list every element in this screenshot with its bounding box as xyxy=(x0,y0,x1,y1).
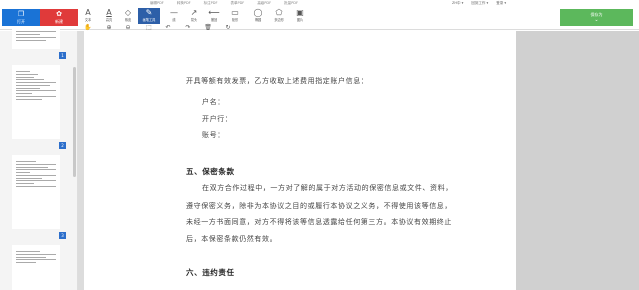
select-icon: ⬚ xyxy=(146,24,152,31)
page-thumbnail[interactable] xyxy=(12,245,60,290)
menu-item[interactable]: 表单PDF xyxy=(230,1,244,6)
doc-paragraph-line: 未经一方书面同意，对方不得将该等信息透露给任何第三方。本协议有效期终止 xyxy=(186,218,452,226)
open-button[interactable]: ❐ 打开 xyxy=(2,9,40,26)
arrow-tool[interactable]: ↗ 箭头 xyxy=(183,8,205,24)
rectangle-tool[interactable]: ▭ 矩形 xyxy=(224,8,246,24)
section-5-title: 五、保密条款 xyxy=(186,167,235,176)
polygon-tool[interactable]: ⬠ 多边形 xyxy=(268,8,290,24)
trash-icon: 🗑 xyxy=(204,24,212,31)
rectangle-icon: ▭ xyxy=(231,8,239,17)
circle-icon: ◯ xyxy=(253,8,263,17)
document-icon: ❐ xyxy=(17,9,25,18)
new-label: 新建 xyxy=(55,18,63,24)
line-icon: — xyxy=(170,8,178,17)
text-tool[interactable]: A 文本 xyxy=(77,8,99,24)
page-thumbnail[interactable] xyxy=(12,29,60,49)
menu-item[interactable]: 高级PDF xyxy=(257,1,271,6)
zoom-in-icon: ⊕ xyxy=(106,24,112,31)
page-number-badge: 3 xyxy=(59,232,66,239)
new-button[interactable]: ✿ 新建 xyxy=(40,9,78,26)
doc-paragraph-line: 在双方合作过程中，一方对了解的属于对方活动的保密信息或文件、资料， xyxy=(202,184,453,192)
page-number-badge: 2 xyxy=(59,142,66,149)
highlight-icon: A xyxy=(106,8,112,17)
chevron-down-icon: ⌄ xyxy=(594,17,599,23)
thumbnail-scrollbar[interactable] xyxy=(73,67,76,177)
menu-item[interactable]: 标注PDF xyxy=(204,1,218,6)
refresh-icon: ↻ xyxy=(225,24,231,31)
eraser-tool[interactable]: ◇ 橡皮 xyxy=(117,8,139,24)
doc-paragraph-line: 遵守保密义务，除非为本协议之目的或履行本协议之义务，不得使用该等信息， xyxy=(186,202,452,210)
menu-item[interactable]: 批量PDF xyxy=(284,1,298,6)
top-toolbar: 编辑PDF 转换PDF 标注PDF 表单PDF 高级PDF 批量PDF ZH中 … xyxy=(0,0,639,31)
image-icon: ▣ xyxy=(296,8,304,17)
open-label: 打开 xyxy=(17,18,25,24)
undo-icon: ↶ xyxy=(165,24,171,31)
back-tool[interactable]: ⟵ 撤回 xyxy=(203,8,225,24)
menu-item[interactable]: 转换PDF xyxy=(177,1,191,6)
page-number-badge: 1 xyxy=(59,52,66,59)
gear-icon: ✿ xyxy=(56,9,62,18)
right-panel xyxy=(516,31,639,290)
doc-paragraph-line: 后，本保密条款仍然有效。 xyxy=(186,235,278,243)
thumbnail-panel: 1 2 3 xyxy=(0,29,78,290)
eraser-icon: ◇ xyxy=(124,8,132,17)
page-thumbnail[interactable] xyxy=(12,65,60,139)
redo-icon: ↷ xyxy=(185,24,191,31)
arrow-left-icon: ⟵ xyxy=(208,8,220,17)
page-thumbnail[interactable] xyxy=(12,155,60,229)
zoom-out-icon: ⊖ xyxy=(125,24,131,31)
pen-tool[interactable]: ✎ 画笔工具 xyxy=(138,8,160,24)
menu-item[interactable]: 编辑PDF xyxy=(150,1,164,6)
account-name-field: 户名： xyxy=(202,98,225,106)
doc-line: 开具等额有效发票，乙方收取上述费用指定账户信息： xyxy=(186,77,369,85)
language-select[interactable]: ZH中 ▾ xyxy=(452,1,463,6)
image-tool[interactable]: ▣ 图片 xyxy=(289,8,311,24)
bank-field: 开户行： xyxy=(202,115,233,123)
user-area: ZH中 ▾ 回到工作 ▾ 登录 ▾ xyxy=(452,1,506,6)
line-tool[interactable]: — 线 xyxy=(163,8,185,24)
arrow-icon: ↗ xyxy=(190,8,198,17)
workspace-select[interactable]: 回到工作 ▾ xyxy=(471,1,488,6)
section-6-title: 六、违约责任 xyxy=(186,268,235,277)
account-number-field: 账号： xyxy=(202,131,225,139)
polygon-icon: ⬠ xyxy=(275,8,283,17)
save-as-button[interactable]: 保存为 ⌄ xyxy=(560,9,633,26)
pen-icon: ✎ xyxy=(145,8,153,17)
login-link[interactable]: 登录 ▾ xyxy=(496,1,506,6)
document-page: 开具等额有效发票，乙方收取上述费用指定账户信息： 户名： 开户行： 账号： 五、… xyxy=(84,31,516,290)
text-icon: A xyxy=(85,8,91,17)
main-menu: 编辑PDF 转换PDF 标注PDF 表单PDF 高级PDF 批量PDF xyxy=(150,1,298,6)
hand-icon: ✋ xyxy=(84,24,92,31)
ellipse-tool[interactable]: ◯ 椭圆 xyxy=(247,8,269,24)
